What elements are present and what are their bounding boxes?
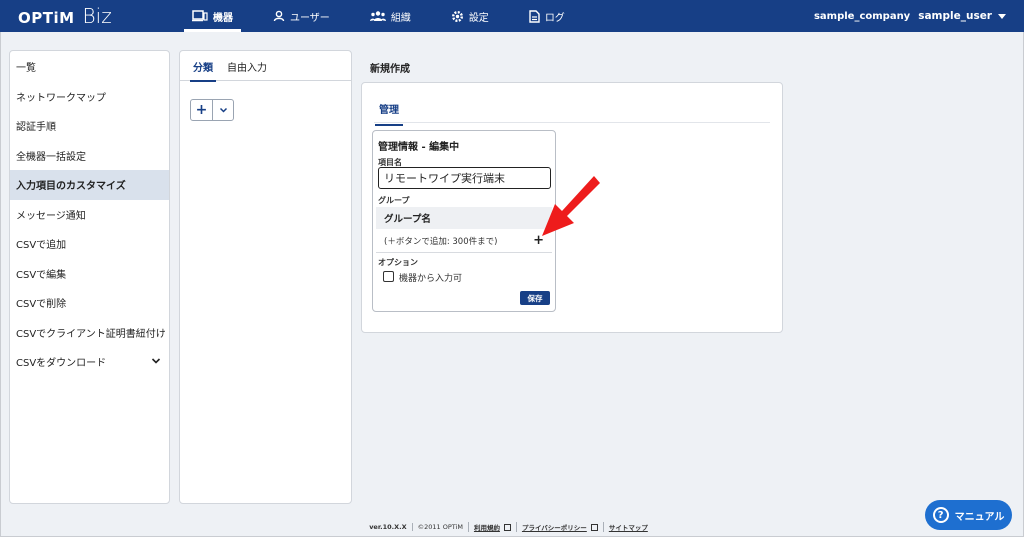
app-logo[interactable]: OPTiM Biz: [18, 4, 112, 28]
sidebar-item-csv-add[interactable]: CSVで追加: [10, 229, 169, 259]
page-title: 新規作成: [370, 64, 410, 75]
sidebar-item-label: CSVで編集: [16, 269, 67, 281]
group-add-row: (＋ボタンで追加: 300件まで) +: [376, 229, 552, 253]
footer-copyright: ©2011 OPTiM: [411, 523, 468, 531]
management-info-panel: 管理情報 - 編集中 項目名 グループ グループ名 (＋ボタンで追加: 300件…: [372, 130, 556, 312]
sidebar-item-label: 入力項目のカスタマイズ: [16, 181, 126, 193]
sidebar-item-csv-delete[interactable]: CSVで削除: [10, 288, 169, 318]
category-tabs: 分類 自由入力: [180, 51, 351, 82]
user-menu[interactable]: sample_company sample_user: [814, 0, 1006, 32]
gear-icon: [451, 10, 463, 22]
top-navigation-bar: OPTiM Biz 機器 ユーザー 組織 設定 ログ sample_compan…: [0, 0, 1024, 32]
sidebar-item-auth-procedure[interactable]: 認証手順: [10, 111, 169, 141]
tab-classification[interactable]: 分類: [186, 51, 220, 82]
footer-sitemap-link[interactable]: サイトマップ: [602, 522, 653, 532]
caret-down-icon: [998, 13, 1006, 19]
sidebar-item-label: 認証手順: [16, 122, 56, 134]
sidebar-item-list[interactable]: 一覧: [10, 52, 169, 82]
sidebar: 一覧 ネットワークマップ 認証手順 全機器一括設定 入力項目のカスタマイズ メッ…: [9, 50, 170, 504]
group-hint: (＋ボタンで追加: 300件まで): [384, 236, 498, 247]
item-name-input[interactable]: [378, 167, 551, 189]
sidebar-item-label: CSVでクライアント証明書紐付け: [16, 328, 166, 340]
nav-users-label: ユーザー: [290, 12, 330, 24]
organization-icon: [369, 11, 386, 21]
sidebar-item-label: メッセージ通知: [16, 210, 86, 222]
user-icon: [273, 10, 285, 22]
sidebar-item-network-map[interactable]: ネットワークマップ: [10, 82, 169, 112]
sidebar-item-bulk-settings[interactable]: 全機器一括設定: [10, 141, 169, 171]
sidebar-item-label: CSVをダウンロード: [16, 358, 107, 370]
nav-settings[interactable]: 設定: [437, 0, 503, 32]
tab-divider: [374, 122, 770, 123]
nav-users[interactable]: ユーザー: [259, 0, 344, 32]
sidebar-item-label: CSVで削除: [16, 299, 67, 311]
user-name: sample_user: [918, 10, 992, 22]
logo-sub-text: Biz: [82, 4, 112, 28]
sidebar-item-label: 一覧: [16, 63, 36, 75]
nav-settings-label: 設定: [468, 12, 489, 24]
sidebar-item-csv-client-cert[interactable]: CSVでクライアント証明書紐付け: [10, 318, 169, 348]
sidebar-item-label: 全機器一括設定: [16, 151, 86, 163]
nav-logs-label: ログ: [544, 12, 565, 24]
save-button[interactable]: 保存: [520, 291, 550, 305]
panel-title: 管理情報 - 編集中: [378, 142, 460, 153]
manual-label: マニュアル: [954, 511, 1005, 523]
footer-privacy-link[interactable]: プライバシーポリシー: [515, 522, 603, 532]
nav-organizations-label: 組織: [390, 12, 411, 24]
external-link-icon: [503, 523, 511, 531]
log-icon: [529, 9, 540, 23]
device-input-checkbox-label: 機器から入力可: [399, 274, 463, 284]
sidebar-item-csv-download[interactable]: CSVをダウンロード: [10, 347, 169, 377]
device-input-checkbox[interactable]: [383, 271, 394, 282]
add-button[interactable]: +: [191, 100, 213, 120]
manual-button[interactable]: ? マニュアル: [925, 500, 1012, 530]
sidebar-item-custom-fields[interactable]: 入力項目のカスタマイズ: [10, 170, 169, 200]
add-dropdown-toggle[interactable]: [213, 100, 233, 120]
nav-devices[interactable]: 機器: [178, 0, 247, 32]
red-arrow-annotation: [542, 176, 600, 236]
company-name: sample_company: [813, 10, 911, 22]
external-link-icon: [590, 523, 598, 531]
sidebar-item-csv-edit[interactable]: CSVで編集: [10, 259, 169, 289]
nav-logs[interactable]: ログ: [515, 0, 579, 32]
tab-free-input[interactable]: 自由入力: [220, 51, 274, 81]
footer-privacy-text: プライバシーポリシー: [521, 524, 587, 532]
device-icon: [192, 10, 208, 22]
chevron-down-icon: [219, 107, 227, 113]
group-column-header: グループ名: [376, 207, 552, 229]
tab-label: 自由入力: [227, 62, 267, 74]
footer-terms-link[interactable]: 利用規約: [467, 522, 516, 532]
add-split-button: +: [190, 99, 234, 121]
footer-sitemap-text: サイトマップ: [608, 524, 648, 532]
footer-terms-text: 利用規約: [473, 524, 500, 532]
footer-version: ver.10.X.X: [369, 523, 407, 531]
group-label: グループ: [378, 196, 410, 205]
nav-devices-label: 機器: [213, 12, 233, 24]
category-panel: 分類 自由入力 +: [179, 50, 352, 504]
footer: ver.10.X.X ©2011 OPTiM 利用規約 プライバシーポリシー サ…: [0, 522, 1024, 532]
main-nav: 機器 ユーザー 組織 設定 ログ: [178, 0, 591, 32]
nav-organizations[interactable]: 組織: [356, 0, 425, 32]
tab-label: 分類: [193, 62, 213, 74]
sidebar-item-label: ネットワークマップ: [16, 92, 106, 104]
chevron-down-icon: [151, 358, 161, 364]
sidebar-item-label: CSVで追加: [16, 240, 67, 252]
help-icon: ?: [932, 507, 949, 523]
sidebar-item-message-notification[interactable]: メッセージ通知: [10, 200, 169, 230]
option-label: オプション: [378, 258, 418, 267]
logo-main-text: OPTiM: [18, 9, 75, 27]
